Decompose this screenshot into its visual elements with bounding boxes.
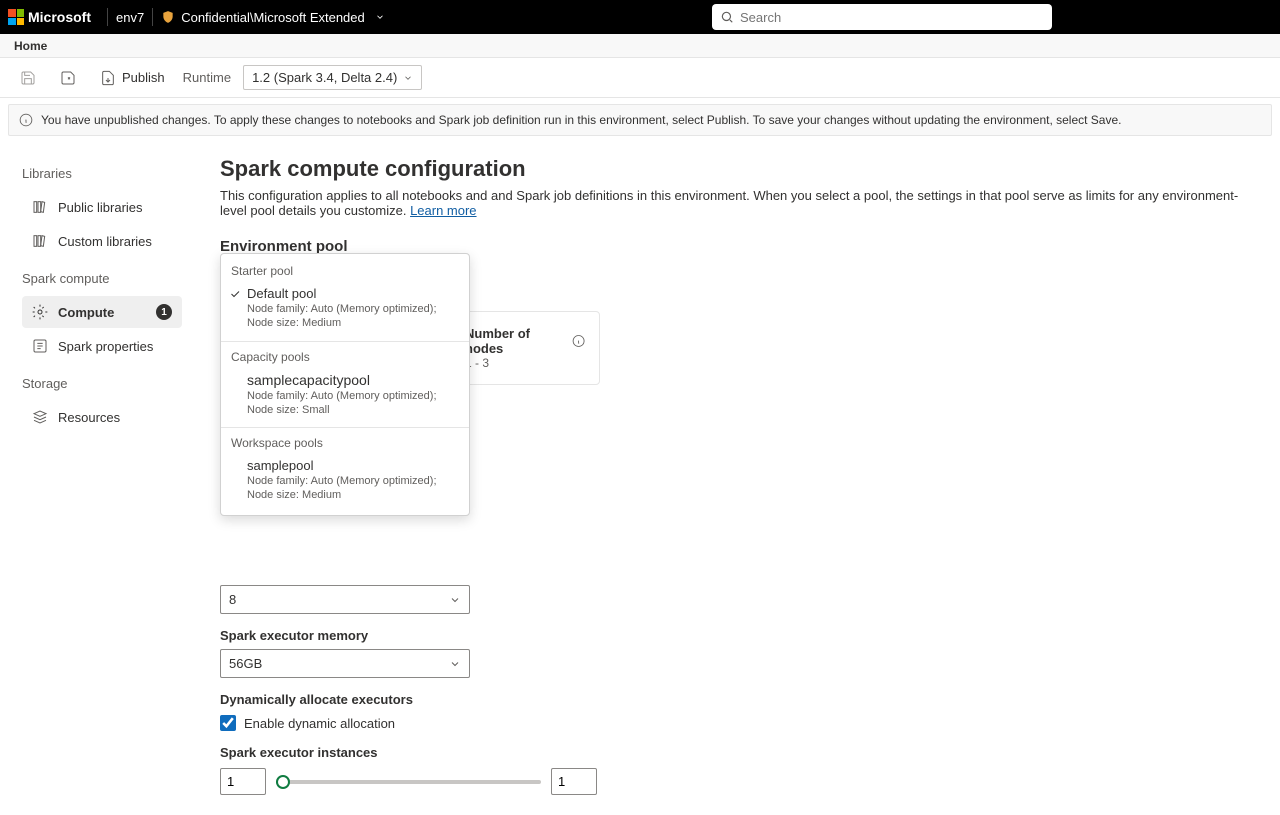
slider-thumb[interactable]: [276, 775, 290, 789]
cores-select[interactable]: 8: [220, 585, 470, 614]
sidebar-item-label: Spark properties: [58, 339, 153, 354]
secondary-nav: Home: [0, 34, 1280, 58]
pool-dropdown-panel: Starter pool Default pool Node family: A…: [220, 253, 470, 516]
environment-name[interactable]: env7: [116, 10, 144, 25]
runtime-dropdown[interactable]: 1.2 (Spark 3.4, Delta 2.4): [243, 65, 422, 90]
sidebar-item-compute[interactable]: Compute 1: [22, 296, 182, 328]
toolbar: Publish Runtime 1.2 (Spark 3.4, Delta 2.…: [0, 58, 1280, 98]
sidebar-item-spark-properties[interactable]: Spark properties: [22, 330, 182, 362]
dropdown-group-capacity: Capacity pools: [221, 344, 469, 368]
check-icon: [229, 288, 241, 300]
microsoft-squares-icon: [8, 9, 24, 25]
exec-max-input[interactable]: [551, 768, 597, 795]
sidebar: Libraries Public libraries Custom librar…: [0, 136, 190, 815]
runtime-label: Runtime: [183, 70, 231, 85]
sidebar-item-public-libraries[interactable]: Public libraries: [22, 191, 182, 223]
dropdown-option-default-pool[interactable]: Default pool Node family: Auto (Memory o…: [221, 282, 469, 339]
chevron-down-icon: [449, 594, 461, 606]
exec-min-input[interactable]: [220, 768, 266, 795]
nav-home[interactable]: Home: [14, 39, 47, 53]
properties-icon: [32, 338, 48, 354]
num-nodes-label: Number of nodes: [465, 326, 585, 356]
option-title: samplepool: [247, 458, 459, 473]
exec-slider[interactable]: [276, 780, 541, 784]
divider: [221, 341, 469, 342]
dyn-alloc-checkbox-label: Enable dynamic allocation: [244, 716, 395, 731]
exec-instances-slider-row: [220, 768, 1250, 795]
info-bar: You have unpublished changes. To apply t…: [8, 104, 1272, 136]
divider: [107, 8, 108, 26]
dropdown-option-samplecapacitypool[interactable]: samplecapacitypool Node family: Auto (Me…: [221, 368, 469, 426]
library-icon: [32, 199, 48, 215]
dropdown-group-workspace: Workspace pools: [221, 430, 469, 454]
publish-button[interactable]: Publish: [94, 66, 171, 90]
dyn-alloc-checkbox-row: Enable dynamic allocation: [220, 715, 1250, 731]
exec-instances-row: Spark executor instances: [220, 745, 1250, 795]
divider: [221, 427, 469, 428]
library-icon: [32, 233, 48, 249]
option-subtitle: Node family: Auto (Memory optimized); No…: [247, 389, 459, 418]
resources-icon: [32, 409, 48, 425]
learn-more-link[interactable]: Learn more: [410, 203, 476, 218]
main-layout: Libraries Public libraries Custom librar…: [0, 136, 1280, 815]
content: Spark compute configuration This configu…: [190, 136, 1280, 815]
info-text: You have unpublished changes. To apply t…: [41, 113, 1122, 127]
discard-icon: [60, 70, 76, 86]
divider: [152, 8, 153, 26]
cores-row: 8: [220, 585, 1250, 614]
save-icon: [20, 70, 36, 86]
runtime-value: 1.2 (Spark 3.4, Delta 2.4): [252, 70, 397, 85]
exec-instances-label: Spark executor instances: [220, 745, 1250, 760]
page-description: This configuration applies to all notebo…: [220, 188, 1250, 218]
sidebar-item-custom-libraries[interactable]: Custom libraries: [22, 225, 182, 257]
discard-button[interactable]: [54, 66, 82, 90]
option-title: Default pool: [247, 286, 459, 301]
publish-icon: [100, 70, 116, 86]
shield-icon: [161, 10, 175, 24]
dropdown-group-starter: Starter pool: [221, 258, 469, 282]
brand-text: Microsoft: [28, 9, 91, 25]
info-icon[interactable]: [572, 334, 585, 348]
sidebar-item-label: Resources: [58, 410, 120, 425]
chevron-down-icon: [449, 658, 461, 670]
dropdown-option-samplepool[interactable]: samplepool Node family: Auto (Memory opt…: [221, 454, 469, 511]
info-icon: [19, 113, 33, 127]
sensitivity-label[interactable]: Confidential\Microsoft Extended: [161, 10, 385, 25]
save-button[interactable]: [14, 66, 42, 90]
chevron-down-icon: [375, 12, 385, 22]
dyn-alloc-label: Dynamically allocate executors: [220, 692, 1250, 707]
search-input[interactable]: [740, 10, 1044, 25]
sidebar-item-label: Compute: [58, 305, 114, 320]
top-header: Microsoft env7 Confidential\Microsoft Ex…: [0, 0, 1280, 34]
sidebar-section-libraries: Libraries: [22, 166, 190, 181]
option-subtitle: Node family: Auto (Memory optimized); No…: [247, 302, 459, 331]
exec-memory-value: 56GB: [229, 656, 262, 671]
sidebar-section-spark-compute: Spark compute: [22, 271, 190, 286]
sidebar-item-label: Custom libraries: [58, 234, 152, 249]
sidebar-item-resources[interactable]: Resources: [22, 401, 182, 433]
search-icon: [720, 10, 734, 24]
num-nodes-value: 1 - 3: [465, 356, 585, 370]
page-title: Spark compute configuration: [220, 156, 1250, 182]
badge-count: 1: [156, 304, 172, 320]
sensitivity-text: Confidential\Microsoft Extended: [181, 10, 365, 25]
gear-icon: [32, 304, 48, 320]
dyn-alloc-row: Dynamically allocate executors Enable dy…: [220, 692, 1250, 731]
cores-value: 8: [229, 592, 236, 607]
option-title: samplecapacitypool: [247, 372, 459, 388]
dyn-alloc-checkbox[interactable]: [220, 715, 236, 731]
sidebar-section-storage: Storage: [22, 376, 190, 391]
search-box[interactable]: [712, 4, 1052, 30]
microsoft-logo[interactable]: Microsoft: [8, 9, 91, 25]
exec-memory-select[interactable]: 56GB: [220, 649, 470, 678]
publish-label: Publish: [122, 70, 165, 85]
option-subtitle: Node family: Auto (Memory optimized); No…: [247, 474, 459, 503]
exec-memory-row: Spark executor memory 56GB: [220, 628, 1250, 678]
chevron-down-icon: [403, 73, 413, 83]
sidebar-item-label: Public libraries: [58, 200, 143, 215]
exec-memory-label: Spark executor memory: [220, 628, 1250, 643]
